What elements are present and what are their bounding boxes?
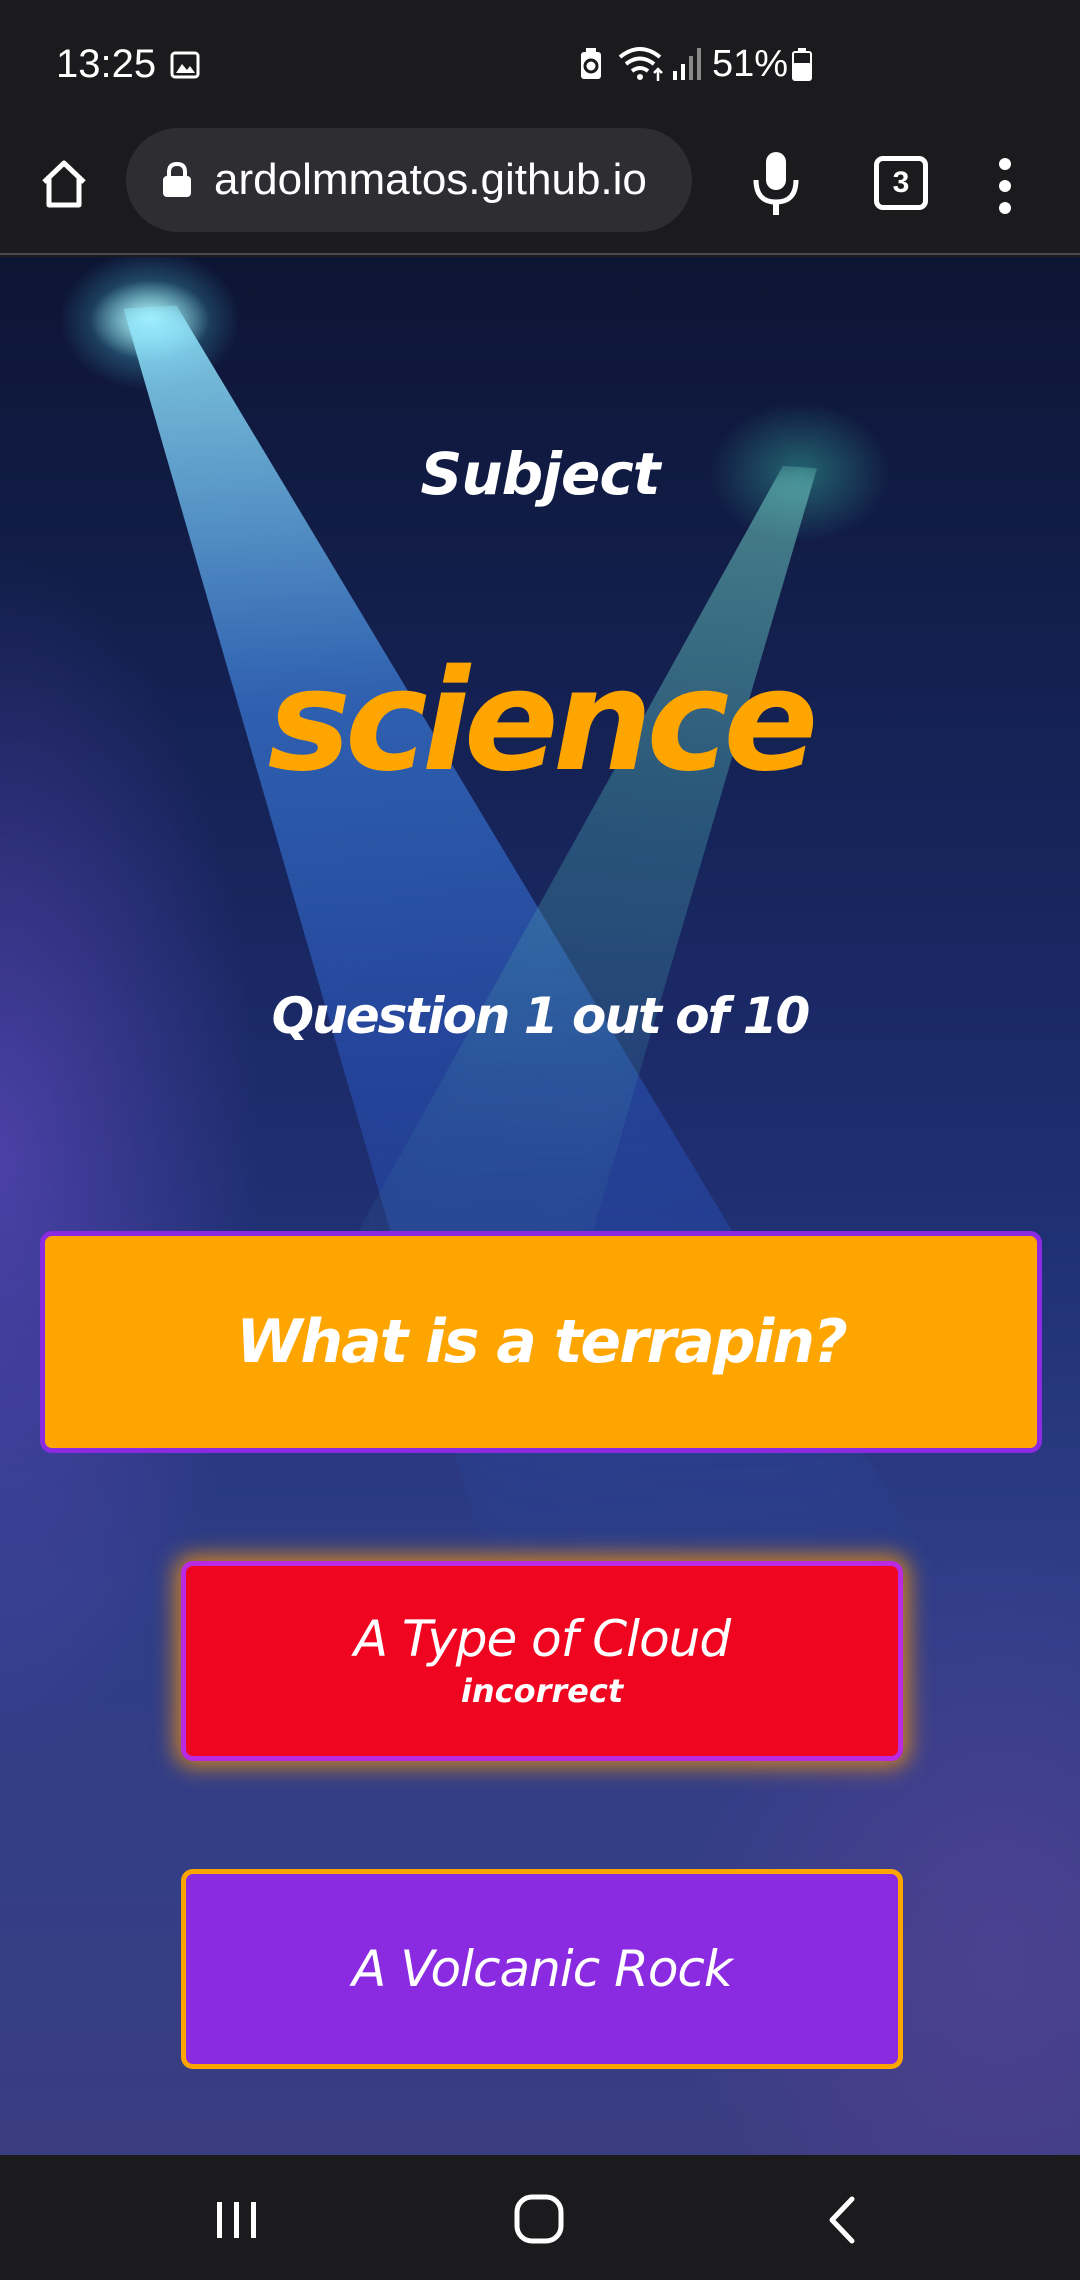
question-text: What is a terrapin? (236, 1307, 848, 1377)
wifi-icon (618, 47, 663, 81)
question-box: What is a terrapin? (40, 1231, 1042, 1453)
system-nav-bar (0, 2155, 1080, 2280)
answer-label: A Volcanic Rock (352, 1940, 733, 1998)
status-bar: 13:25 51% (0, 0, 1080, 128)
answer-feedback: incorrect (460, 1672, 624, 1710)
browser-home-button[interactable] (34, 154, 94, 214)
back-icon[interactable] (808, 2185, 878, 2255)
battery-icon (792, 48, 813, 81)
gallery-icon (170, 51, 200, 79)
subject-label: Subject (420, 440, 661, 508)
mic-icon[interactable] (746, 150, 806, 218)
answer-button[interactable]: A Volcanic Rock (181, 1869, 903, 2069)
answer-button[interactable]: A Type of Cloud incorrect (181, 1561, 903, 1761)
home-icon[interactable] (505, 2185, 575, 2255)
quiz-page: Subject science Question 1 out of 10 Wha… (0, 257, 1080, 2155)
tab-count: 3 (892, 166, 910, 199)
lock-icon (163, 162, 191, 197)
url-text: ardolmmatos.github.io (214, 155, 647, 204)
tabs-icon[interactable]: 3 (874, 156, 928, 210)
recent-apps-icon[interactable] (202, 2185, 272, 2255)
answer-label: A Type of Cloud (353, 1610, 731, 1668)
browser-toolbar: ardolmmatos.github.io 3 (0, 128, 1080, 255)
status-time: 13:25 (56, 42, 157, 86)
battery-saver-icon (581, 48, 601, 79)
home-icon (42, 160, 86, 208)
more-vert-icon[interactable] (990, 156, 1020, 216)
url-bar[interactable]: ardolmmatos.github.io (126, 128, 692, 232)
question-progress: Question 1 out of 10 (271, 987, 811, 1045)
status-indicators: 51% (578, 40, 813, 88)
signal-icon (673, 48, 701, 80)
subject-value: science (267, 640, 819, 803)
battery-percent: 51% (712, 42, 789, 85)
